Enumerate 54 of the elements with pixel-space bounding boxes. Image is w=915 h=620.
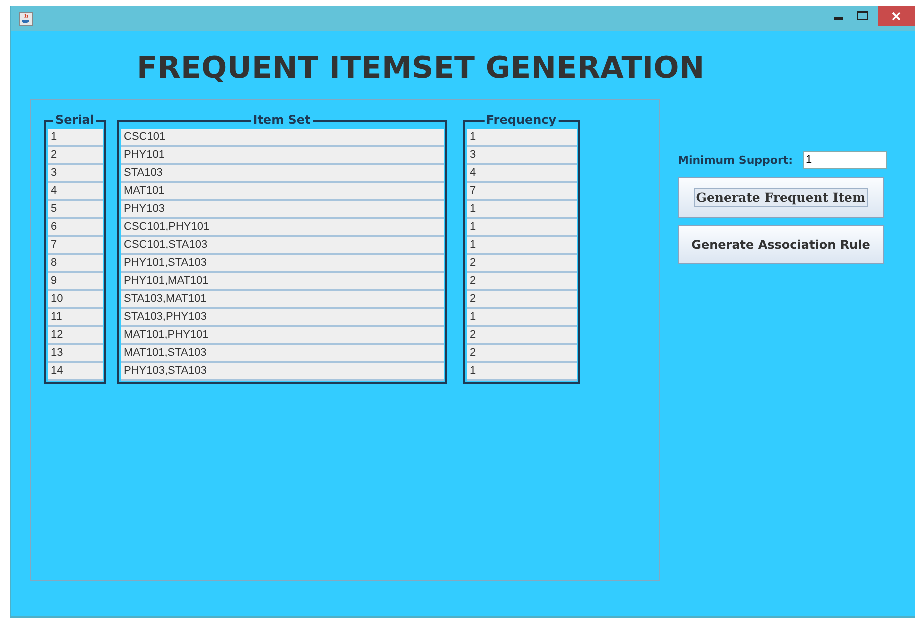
column-heading: Item Set [251,113,313,127]
maximize-icon[interactable] [857,11,868,20]
list-cell[interactable]: 12 [48,327,103,345]
list-cell[interactable]: 1 [467,219,577,237]
list-cell[interactable]: STA103,MAT101 [121,291,444,309]
list-cell[interactable]: MAT101 [121,183,444,201]
list-cell[interactable]: 10 [48,291,103,309]
java-cup-icon [19,12,33,26]
list-cell[interactable]: 8 [48,255,103,273]
close-icon [892,12,901,20]
list-cell[interactable]: 7 [467,183,577,201]
list-cell[interactable]: 2 [467,273,577,291]
close-button[interactable] [878,6,915,26]
list-cell[interactable]: 5 [48,201,103,219]
list-cell[interactable]: 9 [48,273,103,291]
list-cell[interactable]: 2 [467,327,577,345]
list-cell[interactable]: 2 [467,345,577,363]
list-cell[interactable]: MAT101,PHY101 [121,327,444,345]
list-cell[interactable]: 1 [467,201,577,219]
generate-button[interactable]: Generate Frequent Item [678,177,884,218]
list-cell[interactable]: 2 [48,147,103,165]
minimum-support-field[interactable]: 1 [803,151,888,169]
list-cell[interactable]: STA103,PHY103 [121,309,444,327]
page-title: FREQUENT ITEMSET GENERATION [137,50,706,88]
list-cell[interactable]: 4 [467,165,577,183]
minimum-support-label: Minimum Support: [678,154,794,166]
list-cell[interactable]: 4 [48,183,103,201]
list-cell[interactable]: PHY103,STA103 [121,363,444,381]
list-cell[interactable]: 13 [48,345,103,363]
list-cell[interactable]: MAT101,STA103 [121,345,444,363]
column-heading: Serial [53,113,97,127]
list-cell[interactable]: 11 [48,309,103,327]
list-cell[interactable]: 1 [48,129,103,147]
list-cell[interactable]: 14 [48,363,103,381]
list-cell[interactable]: 3 [48,165,103,183]
list-cell[interactable]: 1 [467,129,577,147]
list-cell[interactable]: CSC101,PHY101 [121,219,444,237]
column-heading: Frequency [484,113,559,127]
generate-button[interactable]: Generate Association Rule [678,225,884,264]
list-cell[interactable]: PHY101,STA103 [121,255,444,273]
list-cell[interactable]: 2 [467,255,577,273]
list-cell[interactable]: 6 [48,219,103,237]
list-cell[interactable]: 1 [467,237,577,255]
list-cell[interactable]: 1 [467,363,577,381]
list-cell[interactable]: PHY101 [121,147,444,165]
list-cell[interactable]: CSC101 [121,129,444,147]
list-cell[interactable]: 1 [467,309,577,327]
list-cell[interactable]: CSC101,STA103 [121,237,444,255]
list-cell[interactable]: 7 [48,237,103,255]
list-cell[interactable]: 3 [467,147,577,165]
list-cell[interactable]: 2 [467,291,577,309]
list-cell[interactable]: PHY101,MAT101 [121,273,444,291]
list-cell[interactable]: STA103 [121,165,444,183]
list-cell[interactable]: PHY103 [121,201,444,219]
